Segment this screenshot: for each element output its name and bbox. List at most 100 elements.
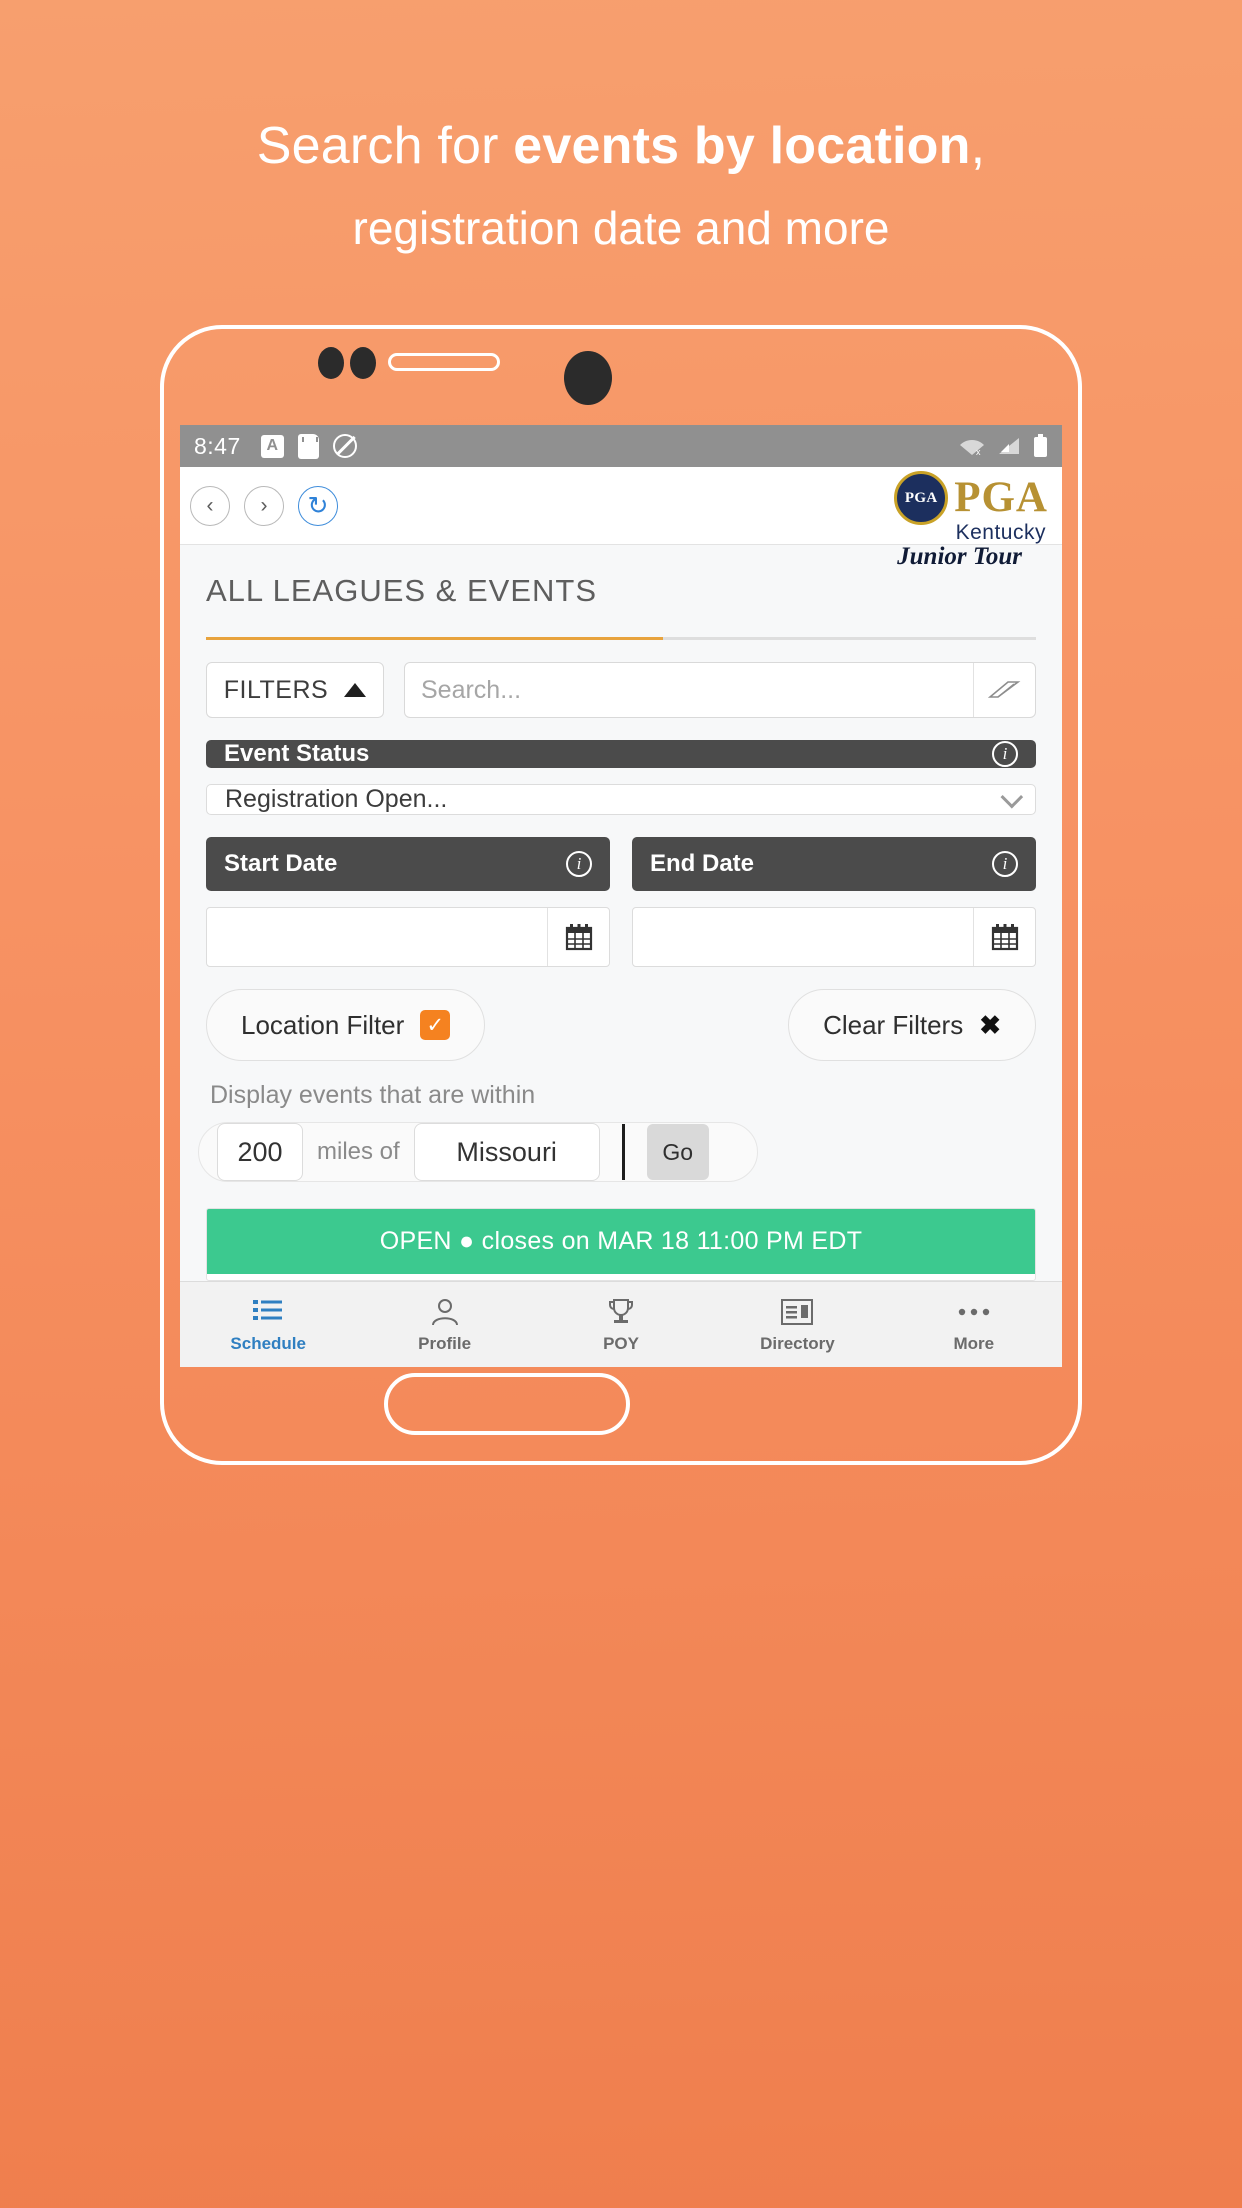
- page-content: ALL LEAGUES & EVENTS FILTERS Search... E…: [180, 545, 1062, 1281]
- end-date-header: End Date i: [632, 837, 1036, 891]
- id-card-icon: [781, 1295, 814, 1329]
- tab-poy-label: POY: [603, 1334, 639, 1353]
- promo-line-1-bold: events by location: [513, 117, 971, 175]
- distance-prefix-label: Display events that are within: [210, 1081, 536, 1109]
- front-camera-icon: [564, 351, 612, 405]
- ellipsis-icon: [957, 1295, 991, 1329]
- event-card[interactable]: OPEN ● closes on MAR 18 11:00 PM EDT SEA…: [206, 1208, 1036, 1281]
- start-date-input[interactable]: [207, 908, 547, 966]
- calendar-icon: [565, 924, 592, 951]
- person-icon: [430, 1295, 460, 1329]
- location-filter-button[interactable]: Location Filter ✓: [206, 989, 486, 1061]
- status-time: 8:47: [194, 432, 241, 459]
- event-status-label: Event Status: [224, 740, 370, 767]
- tab-profile-label: Profile: [418, 1334, 472, 1353]
- radius-input[interactable]: 200: [217, 1123, 303, 1181]
- search-input[interactable]: [405, 663, 973, 717]
- pga-wordmark: PGA: [954, 474, 1048, 521]
- tab-directory-label: Directory: [760, 1334, 835, 1353]
- eraser-icon: [987, 681, 1020, 698]
- tab-directory[interactable]: Directory: [709, 1295, 885, 1354]
- eraser-button[interactable]: [973, 663, 1035, 717]
- tab-more[interactable]: More: [886, 1295, 1062, 1354]
- tab-poy[interactable]: POY: [533, 1295, 709, 1354]
- sensor-dot-icon: [350, 347, 376, 379]
- status-bar: 8:47 A x: [180, 425, 1062, 467]
- clear-filters-label: Clear Filters: [823, 1009, 964, 1040]
- info-icon[interactable]: i: [566, 851, 592, 877]
- bottom-tab-bar: Schedule Profile POY Directory More: [180, 1281, 1062, 1367]
- end-date-label: End Date: [650, 850, 755, 877]
- logo-state-label: Kentucky: [955, 521, 1046, 544]
- end-date-input[interactable]: [633, 908, 973, 966]
- filters-toggle-button[interactable]: FILTERS: [206, 662, 384, 718]
- status-right-icons: x: [959, 434, 1048, 458]
- promo-headline: Search for events by location, registrat…: [0, 110, 1242, 264]
- svg-text:x: x: [976, 447, 981, 456]
- earpiece-speaker: [388, 353, 500, 371]
- event-status-value: Registration Open...: [225, 785, 448, 813]
- location-input[interactable]: Missouri: [413, 1123, 600, 1181]
- divider: [621, 1124, 625, 1180]
- event-status-header: Event Status i: [206, 740, 1036, 768]
- logo-tour-label: Junior Tour: [897, 543, 1022, 570]
- tab-profile[interactable]: Profile: [356, 1295, 532, 1354]
- start-date-header: Start Date i: [206, 837, 610, 891]
- start-date-field[interactable]: [206, 907, 610, 967]
- event-status-banner: OPEN ● closes on MAR 18 11:00 PM EDT: [207, 1209, 1035, 1274]
- signal-icon: [999, 438, 1019, 454]
- search-box[interactable]: [404, 662, 1036, 718]
- title-underline: [206, 637, 1036, 640]
- chevron-down-icon: [1000, 785, 1024, 808]
- info-icon[interactable]: i: [992, 851, 1018, 877]
- logo-top-row: PGA PGA: [894, 471, 1048, 525]
- phone-screen: 8:47 A x ‹ › ↻ PGA PGA Kentucky Junior T…: [180, 425, 1062, 1367]
- close-icon: ✖: [979, 1009, 1001, 1040]
- wifi-off-icon: x: [960, 440, 984, 456]
- a-badge-icon: A: [260, 434, 284, 458]
- reload-button[interactable]: ↻: [298, 485, 338, 526]
- do-not-disturb-icon: [332, 434, 357, 458]
- location-filter-label: Location Filter: [241, 1009, 405, 1040]
- sensor-dot-icon: [318, 347, 344, 379]
- home-button[interactable]: [384, 1373, 630, 1435]
- checkbox-checked-icon[interactable]: ✓: [420, 1010, 451, 1040]
- promo-line-1-tail: ,: [970, 117, 986, 175]
- phone-frame: 8:47 A x ‹ › ↻ PGA PGA Kentucky Junior T…: [160, 325, 1082, 1465]
- event-status-select[interactable]: Registration Open...: [206, 784, 1036, 815]
- date-filters-row: Start Date i End Date i: [206, 837, 1036, 967]
- back-button[interactable]: ‹: [190, 485, 230, 526]
- clear-filters-button[interactable]: Clear Filters ✖: [788, 989, 1036, 1061]
- battery-icon: [1034, 434, 1047, 457]
- list-icon: [253, 1295, 283, 1329]
- phone-top-bezel: [164, 329, 1078, 419]
- filters-button-label: FILTERS: [223, 675, 329, 704]
- status-left-icons: A: [260, 433, 357, 459]
- promo-line-1: Search for events by location,: [0, 110, 1242, 182]
- start-date-calendar-button[interactable]: [547, 908, 609, 966]
- distance-filter-group: 200 miles of Missouri Go: [198, 1122, 758, 1182]
- sd-card-icon: [297, 433, 319, 459]
- miles-of-label: miles of: [317, 1138, 400, 1165]
- pga-kentucky-junior-tour-logo[interactable]: PGA PGA Kentucky Junior Tour: [894, 471, 1048, 571]
- filters-row: FILTERS: [180, 640, 1062, 718]
- chevron-up-icon: [344, 683, 367, 697]
- end-date-field[interactable]: [632, 907, 1036, 967]
- promo-line-1-plain: Search for: [256, 117, 514, 175]
- promo-line-2: registration date and more: [352, 202, 890, 254]
- tab-more-label: More: [953, 1334, 995, 1353]
- start-date-group: Start Date i: [206, 837, 610, 967]
- tab-schedule[interactable]: Schedule: [180, 1295, 356, 1354]
- tab-schedule-label: Schedule: [230, 1334, 306, 1353]
- end-date-calendar-button[interactable]: [973, 908, 1035, 966]
- event-card-body: SEASON KICK OFF Mar 21, 2021 Griffin Gat…: [207, 1274, 1035, 1280]
- end-date-group: End Date i: [632, 837, 1036, 967]
- forward-button[interactable]: ›: [244, 485, 284, 526]
- info-icon[interactable]: i: [992, 741, 1018, 767]
- trophy-icon: [606, 1295, 636, 1329]
- page-title: ALL LEAGUES & EVENTS: [206, 573, 598, 608]
- filter-toggle-row: Location Filter ✓ Clear Filters ✖: [206, 989, 1036, 1061]
- go-button[interactable]: Go: [646, 1124, 709, 1180]
- pga-seal-icon: PGA: [894, 471, 949, 525]
- start-date-label: Start Date: [224, 850, 338, 877]
